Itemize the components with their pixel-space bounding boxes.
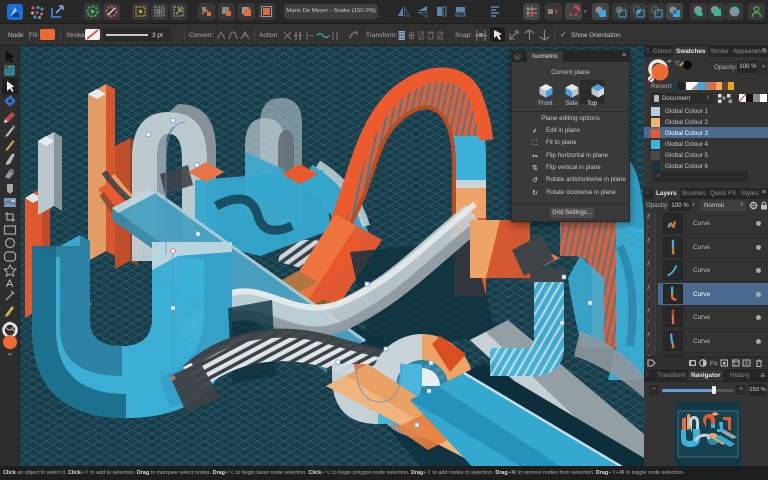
- svg-text:FX: FX: [710, 362, 718, 368]
- svg-text:A: A: [6, 278, 14, 290]
